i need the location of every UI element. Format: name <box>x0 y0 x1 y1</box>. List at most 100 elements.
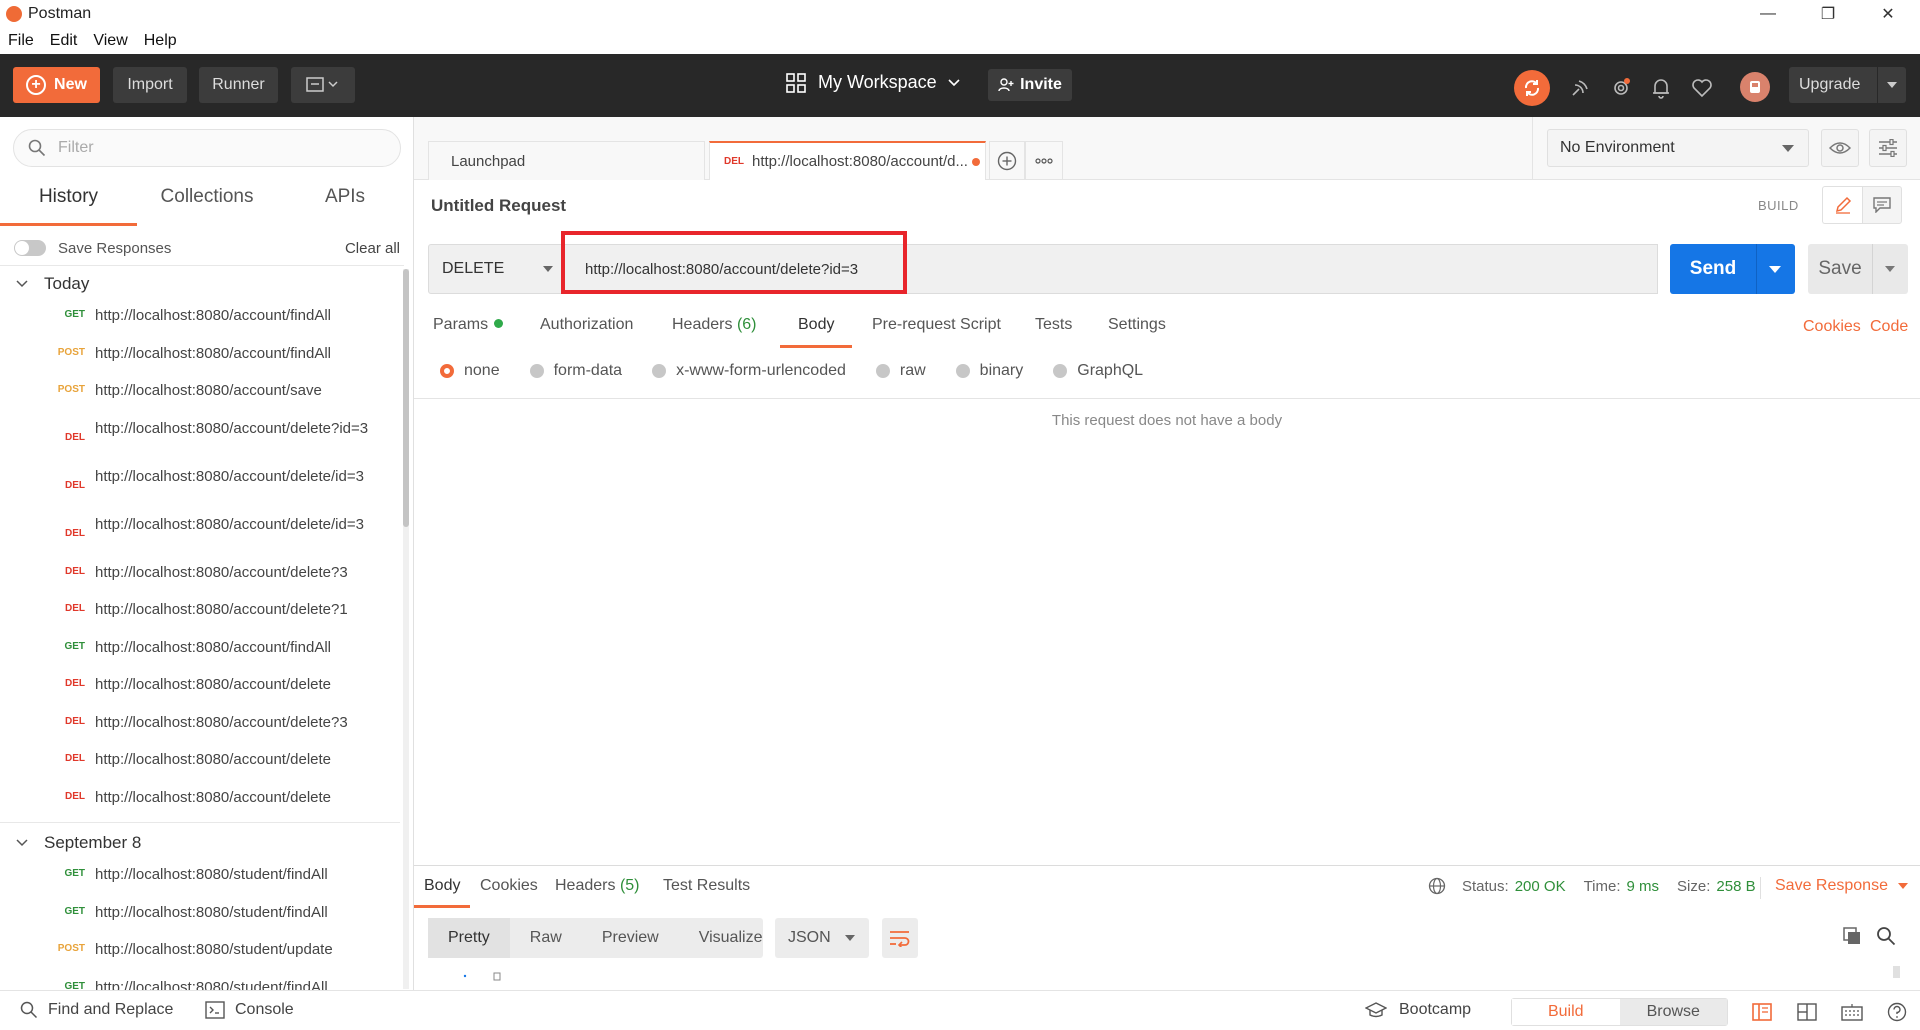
clear-all-button[interactable]: Clear all <box>345 240 400 257</box>
new-window-button[interactable] <box>291 67 355 103</box>
url-input[interactable] <box>585 260 1585 278</box>
radio-graphql[interactable]: GraphQL <box>1053 362 1143 380</box>
caret-down-icon[interactable] <box>1878 80 1906 90</box>
radio-x-www-form-urlencoded[interactable]: x-www-form-urlencoded <box>652 362 846 380</box>
response-tab-body[interactable]: Body <box>414 877 471 908</box>
sidebar-scrollbar-thumb[interactable] <box>403 269 409 527</box>
tab-history[interactable]: History <box>0 186 137 226</box>
format-select[interactable]: JSON <box>775 918 869 958</box>
runner-button[interactable]: Runner <box>199 67 278 103</box>
history-item[interactable]: DEL http://localhost:8080/account/delete <box>0 787 404 809</box>
wrap-lines-button[interactable] <box>882 918 918 958</box>
heart-icon[interactable] <box>1688 74 1716 102</box>
radio-circle[interactable] <box>440 364 454 378</box>
history-item[interactable]: POST http://localhost:8080/account/save <box>0 380 404 402</box>
url-field[interactable] <box>562 244 1658 294</box>
layout-grid-icon[interactable] <box>1795 1000 1819 1024</box>
menu-help[interactable]: Help <box>144 28 185 54</box>
history-item[interactable]: DEL http://localhost:8080/account/delete/… <box>0 466 404 491</box>
request-title[interactable]: Untitled Request <box>431 196 566 216</box>
tab-collections[interactable]: Collections <box>150 186 264 226</box>
history-group-header[interactable]: Today <box>0 269 89 299</box>
history-item[interactable]: DEL http://localhost:8080/account/delete <box>0 749 404 771</box>
radio-circle[interactable] <box>652 364 667 378</box>
search-response-icon[interactable] <box>1876 926 1896 946</box>
menu-edit[interactable]: Edit <box>50 28 86 54</box>
history-item[interactable]: DEL http://localhost:8080/account/delete?… <box>0 712 404 734</box>
code-link[interactable]: Code <box>1870 318 1908 336</box>
filter-input[interactable] <box>58 139 378 157</box>
history-item[interactable]: GET http://localhost:8080/account/findAll <box>0 637 404 659</box>
history-item[interactable]: DEL http://localhost:8080/account/delete?… <box>0 562 404 584</box>
radio-circle[interactable] <box>875 364 890 378</box>
satellite-icon[interactable] <box>1566 74 1594 102</box>
tab-settings[interactable]: Settings <box>1108 316 1166 348</box>
build-mode-toggle[interactable]: Build <box>1512 999 1620 1025</box>
radio-circle[interactable] <box>529 364 544 378</box>
avatar[interactable] <box>1740 72 1770 102</box>
response-tab-headers[interactable]: Headers (5) <box>555 877 640 908</box>
history-group-header[interactable]: September 8 <box>0 828 141 858</box>
method-select[interactable]: DELETE <box>428 244 562 294</box>
bootcamp-button[interactable]: Bootcamp <box>1365 1001 1471 1019</box>
save-options-caret-icon[interactable] <box>1885 266 1895 272</box>
save-button[interactable]: Save <box>1808 244 1908 294</box>
help-icon[interactable] <box>1885 1000 1909 1024</box>
edit-mode-button[interactable] <box>1822 186 1862 224</box>
history-item[interactable]: POST http://localhost:8080/account/findAl… <box>0 343 404 365</box>
restore-button[interactable]: ❐ <box>1800 0 1856 28</box>
history-item[interactable]: POST http://localhost:8080/student/update <box>0 939 404 961</box>
view-raw-button[interactable]: Raw <box>510 918 582 958</box>
browse-mode-toggle[interactable]: Browse <box>1619 999 1727 1025</box>
history-item[interactable]: GET http://localhost:8080/student/findAll <box>0 902 404 924</box>
manage-environments-button[interactable] <box>1869 129 1907 167</box>
sidebar-scrollbar[interactable] <box>403 269 409 989</box>
notifications-bell-icon[interactable] <box>1647 74 1675 102</box>
response-tab-test-results[interactable]: Test Results <box>663 877 750 908</box>
view-preview-button[interactable]: Preview <box>582 918 679 958</box>
radio-raw[interactable]: raw <box>875 362 926 380</box>
send-options-caret-icon[interactable] <box>1769 265 1781 273</box>
tab-authorization[interactable]: Authorization <box>540 316 633 348</box>
view-visualize-button[interactable]: Visualize <box>679 918 783 958</box>
environment-quick-look-button[interactable] <box>1821 129 1859 167</box>
send-button[interactable]: Send <box>1670 244 1795 294</box>
menu-file[interactable]: File <box>8 28 42 54</box>
close-window-button[interactable]: ✕ <box>1860 0 1916 28</box>
new-button[interactable]: + New <box>13 67 100 103</box>
environment-select[interactable]: No Environment <box>1547 129 1809 167</box>
save-response-button[interactable]: Save Response <box>1775 877 1908 895</box>
two-pane-icon[interactable] <box>1750 1000 1774 1024</box>
view-pretty-button[interactable]: Pretty <box>428 918 510 958</box>
history-item[interactable]: DEL http://localhost:8080/account/delete/… <box>0 514 404 539</box>
menu-view[interactable]: View <box>93 28 135 54</box>
time-value[interactable]: 9 ms <box>1627 878 1660 895</box>
filter-box[interactable] <box>13 129 401 167</box>
history-item[interactable]: DEL http://localhost:8080/account/delete <box>0 674 404 696</box>
status-value[interactable]: 200 OK <box>1515 878 1566 895</box>
history-item[interactable]: GET http://localhost:8080/account/findAll <box>0 305 404 327</box>
add-tab-button[interactable] <box>989 141 1025 180</box>
tab-params[interactable]: Params <box>433 316 504 348</box>
tab-launchpad[interactable]: Launchpad <box>428 141 705 180</box>
size-value[interactable]: 258 B <box>1716 878 1755 895</box>
sync-icon[interactable] <box>1514 70 1550 106</box>
radio-form-data[interactable]: form-data <box>529 362 622 380</box>
radio-circle[interactable] <box>1053 364 1068 378</box>
tab-headers[interactable]: Headers (6) <box>672 316 757 348</box>
upgrade-button[interactable]: Upgrade <box>1789 67 1906 103</box>
comments-button[interactable] <box>1862 186 1902 224</box>
tab-apis[interactable]: APIs <box>300 186 390 226</box>
cookies-link[interactable]: Cookies <box>1803 318 1861 336</box>
radio-binary[interactable]: binary <box>955 362 1023 380</box>
radio-none[interactable]: none <box>440 362 500 380</box>
save-responses-toggle[interactable] <box>14 240 46 256</box>
history-item[interactable]: GET http://localhost:8080/student/findAll <box>0 864 404 886</box>
invite-button[interactable]: Invite <box>988 69 1072 101</box>
workspace-selector[interactable]: My Workspace <box>786 72 961 93</box>
response-divider[interactable] <box>414 865 1920 866</box>
tab-tests[interactable]: Tests <box>1035 316 1072 348</box>
response-tab-cookies[interactable]: Cookies <box>480 877 538 908</box>
tab-body[interactable]: Body <box>780 316 853 348</box>
radio-circle[interactable] <box>955 364 970 378</box>
